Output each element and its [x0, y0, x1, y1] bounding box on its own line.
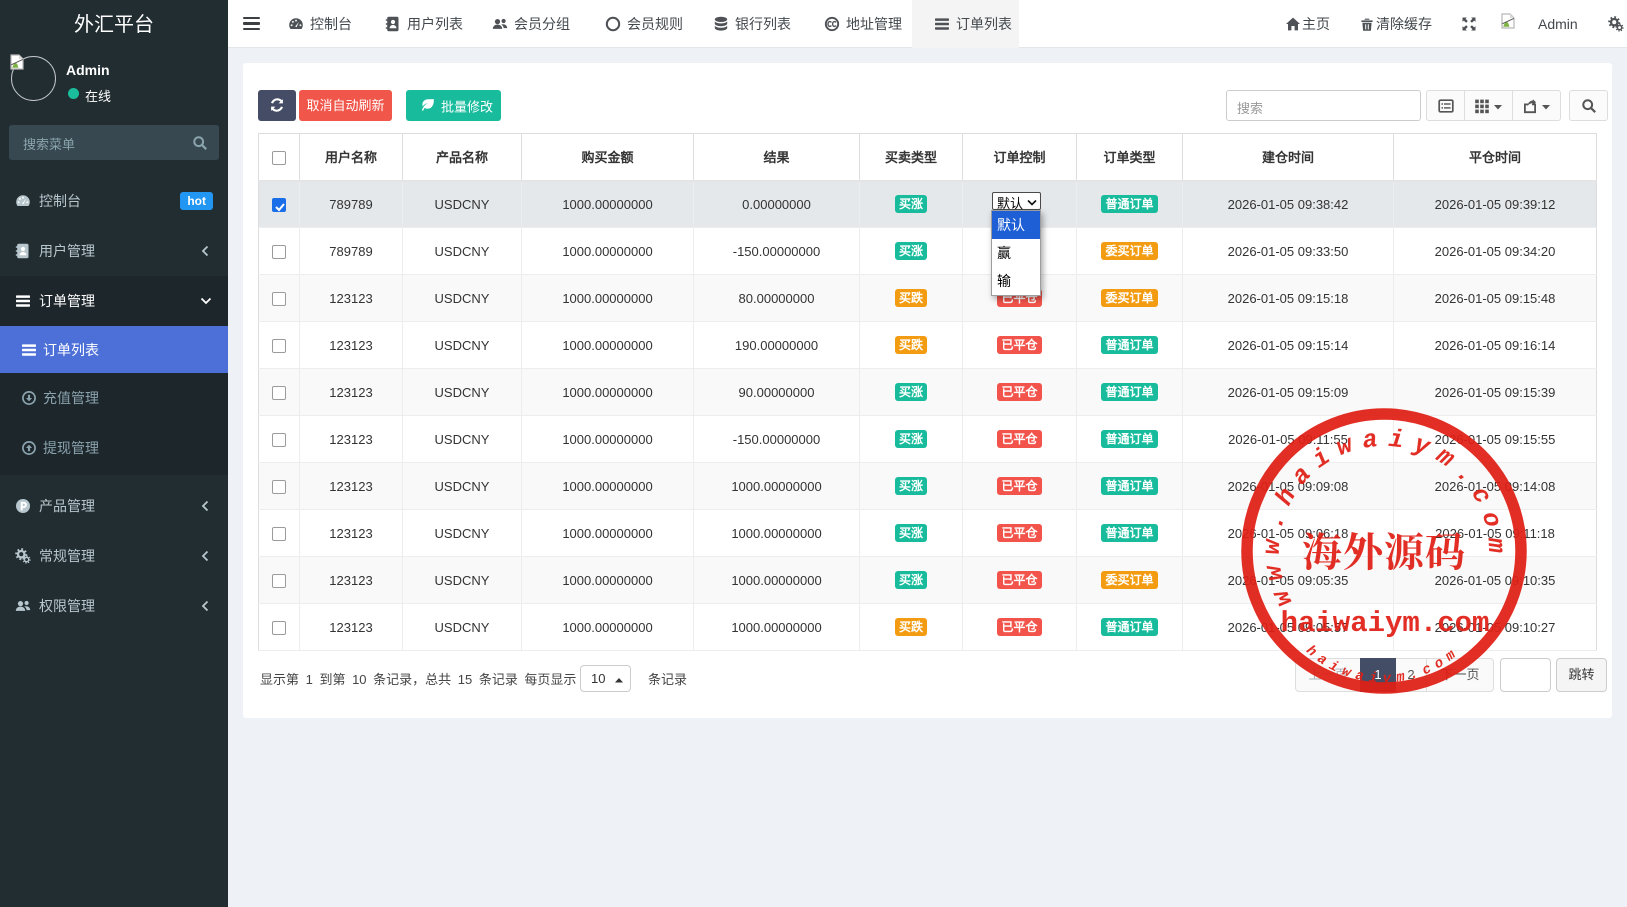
svg-text:haiwaiym.com: haiwaiym.com [1281, 607, 1490, 640]
svg-text:海外源码: 海外源码 [1302, 521, 1466, 578]
